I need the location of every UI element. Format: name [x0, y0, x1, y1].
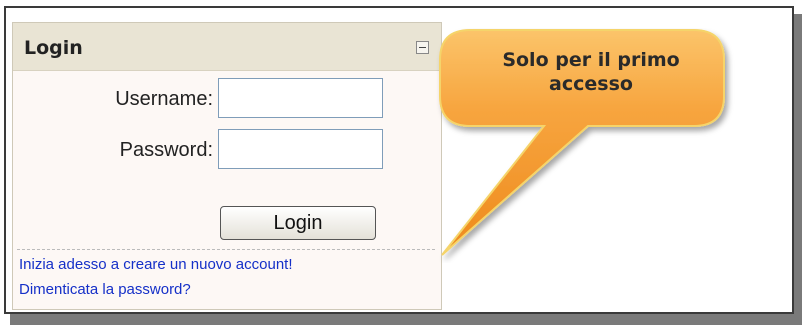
screenshot-frame: Login Username: Password: Login Inizia a…	[4, 6, 794, 314]
password-label: Password:	[119, 139, 213, 161]
password-field[interactable]	[218, 129, 383, 169]
username-label: Username:	[115, 88, 213, 110]
minus-box-icon[interactable]	[416, 41, 429, 54]
block-title: Login	[24, 37, 83, 59]
create-account-link[interactable]: Inizia adesso a creare un nuovo account!	[19, 256, 293, 273]
login-block-header: Login	[13, 23, 441, 71]
username-field[interactable]	[218, 78, 383, 118]
login-button[interactable]: Login	[220, 206, 376, 240]
forgot-password-link[interactable]: Dimenticata la password?	[19, 281, 191, 298]
divider	[17, 249, 435, 250]
login-block: Login Username: Password: Login Inizia a…	[12, 22, 442, 310]
callout-text: Solo per il primo accesso	[502, 49, 680, 95]
